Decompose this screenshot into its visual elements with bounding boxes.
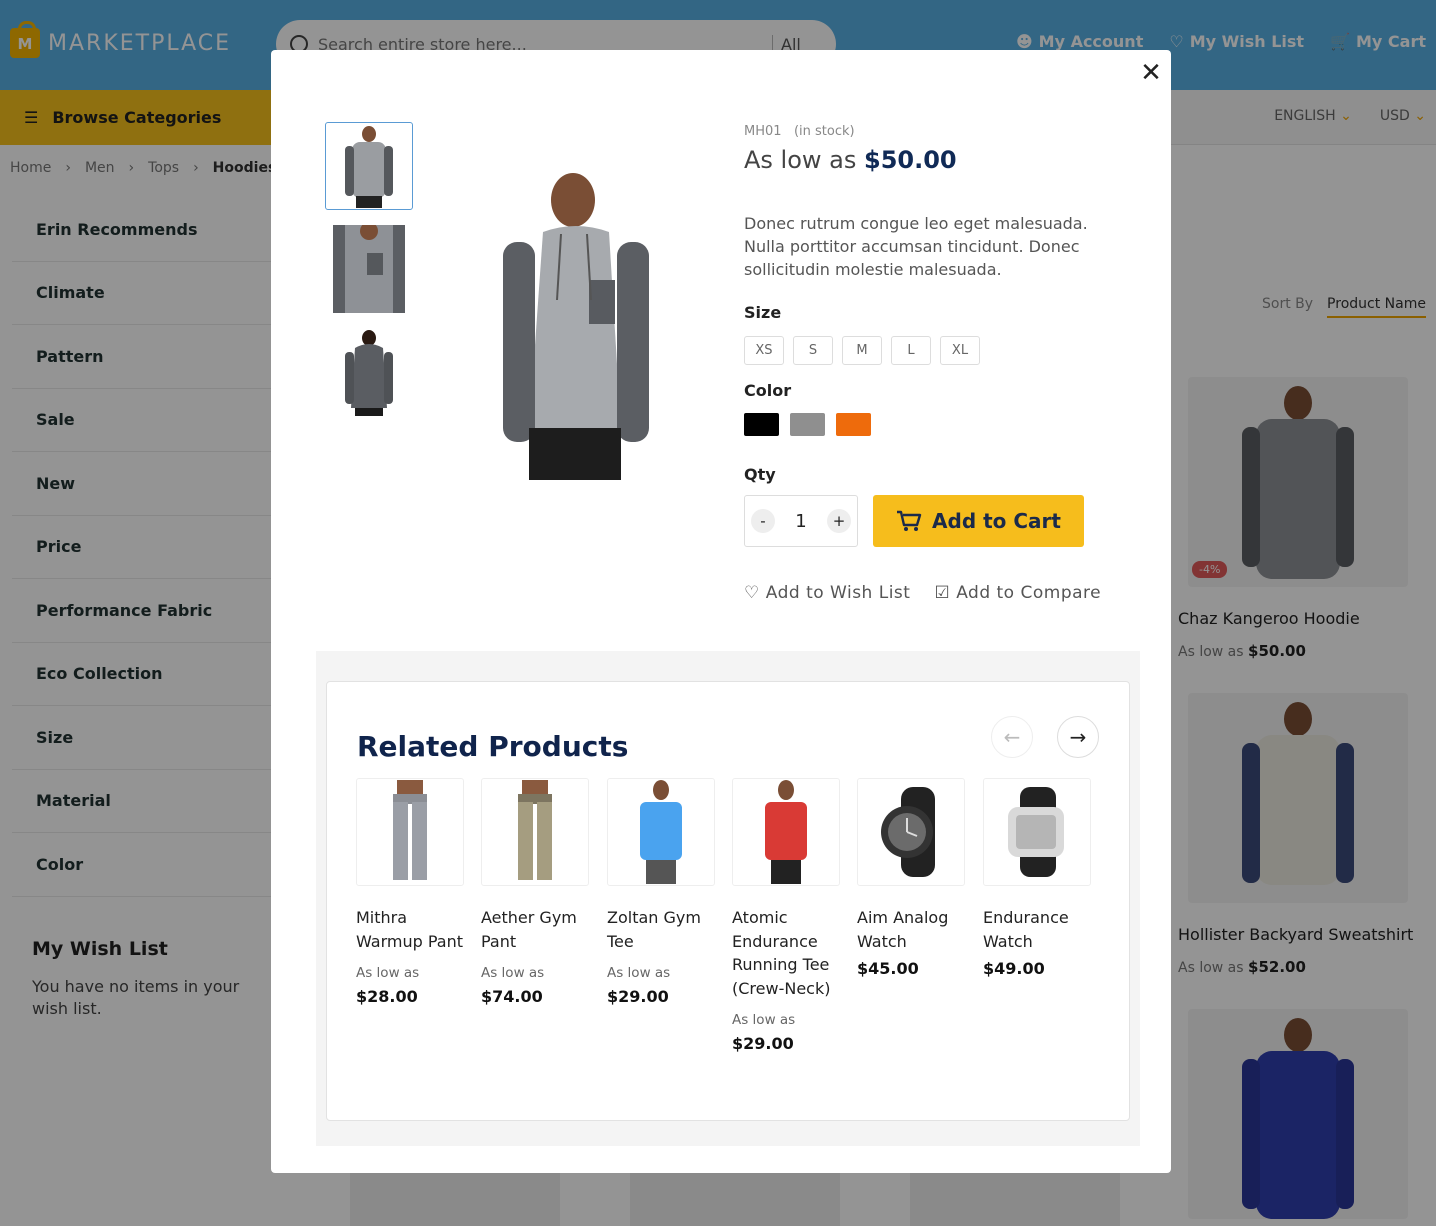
related-product-image[interactable] xyxy=(607,778,715,886)
related-product-card[interactable]: Zoltan Gym Tee As low as $29.00 xyxy=(607,778,715,1006)
related-product-image[interactable] xyxy=(983,778,1091,886)
size-option-xl[interactable]: XL xyxy=(940,336,980,365)
related-product-image[interactable] xyxy=(356,778,464,886)
related-product-card[interactable]: Aether Gym Pant As low as $74.00 xyxy=(481,778,589,1006)
related-product-name[interactable]: Atomic Endurance Running Tee (Crew-Neck) xyxy=(732,906,840,1000)
price-value: $50.00 xyxy=(864,146,957,174)
add-to-cart-label: Add to Cart xyxy=(932,509,1061,533)
add-to-compare-label: Add to Compare xyxy=(956,583,1102,603)
add-to-wishlist-link[interactable]: ♡ Add to Wish List xyxy=(744,583,910,603)
qty-input[interactable]: 1 xyxy=(795,511,806,532)
quantity-stepper: - 1 + xyxy=(744,495,858,547)
stock-status: (in stock) xyxy=(793,124,855,139)
size-option-l[interactable]: L xyxy=(891,336,931,365)
related-product-image[interactable] xyxy=(857,778,965,886)
thumbnail-back[interactable] xyxy=(325,328,413,416)
qty-increase-button[interactable]: + xyxy=(826,509,851,533)
thumbnail-detail[interactable] xyxy=(325,225,413,313)
size-option-m[interactable]: M xyxy=(842,336,882,365)
color-label: Color xyxy=(744,381,792,400)
size-options: XS S M L XL xyxy=(744,336,980,365)
related-product-image[interactable] xyxy=(732,778,840,886)
size-label: Size xyxy=(744,303,782,322)
color-swatch-gray[interactable] xyxy=(790,413,825,436)
size-option-s[interactable]: S xyxy=(793,336,833,365)
related-products-panel: Related Products ← → Mithra Warmup Pant … xyxy=(326,681,1130,1121)
main-product-image[interactable] xyxy=(481,170,671,480)
cart-icon xyxy=(897,510,922,531)
related-product-name[interactable]: Aether Gym Pant xyxy=(481,906,589,953)
related-product-price: $45.00 xyxy=(857,959,919,978)
quick-view-modal: ✕ MH01 (in stock) As low as $50.00 Donec… xyxy=(271,50,1171,1173)
add-to-cart-button[interactable]: Add to Cart xyxy=(873,495,1084,547)
color-options xyxy=(744,413,871,436)
as-low-as-label: As low as xyxy=(481,965,545,981)
color-swatch-black[interactable] xyxy=(744,413,779,436)
size-option-xs[interactable]: XS xyxy=(744,336,784,365)
sku-stock: MH01 (in stock) xyxy=(744,124,855,139)
related-product-card[interactable]: Aim Analog Watch $45.00 xyxy=(857,778,965,978)
product-description: Donec rutrum congue leo eget malesuada. … xyxy=(744,214,1088,279)
related-product-price: $29.00 xyxy=(607,987,669,1006)
sku: MH01 xyxy=(744,124,782,139)
related-product-card[interactable]: Atomic Endurance Running Tee (Crew-Neck)… xyxy=(732,778,840,1053)
carousel-prev-arrow-icon[interactable]: ← xyxy=(991,716,1033,758)
price-prefix: As low as xyxy=(744,146,857,174)
related-products-title: Related Products xyxy=(357,730,629,763)
qty-label: Qty xyxy=(744,465,776,484)
related-product-name[interactable]: Endurance Watch xyxy=(983,906,1091,953)
close-icon[interactable]: ✕ xyxy=(1139,60,1163,86)
qty-decrease-button[interactable]: - xyxy=(751,509,775,533)
as-low-as-label: As low as xyxy=(356,965,420,981)
related-products-section: Related Products ← → Mithra Warmup Pant … xyxy=(316,651,1140,1146)
as-low-as-label: As low as xyxy=(607,965,671,981)
related-product-price: $28.00 xyxy=(356,987,418,1006)
related-product-name[interactable]: Aim Analog Watch xyxy=(857,906,965,953)
thumbnail-front[interactable] xyxy=(325,122,413,210)
related-product-name[interactable]: Mithra Warmup Pant xyxy=(356,906,464,953)
color-swatch-orange[interactable] xyxy=(836,413,871,436)
heart-icon: ♡ xyxy=(744,583,760,603)
related-product-image[interactable] xyxy=(481,778,589,886)
product-price: As low as $50.00 xyxy=(744,146,957,174)
add-to-compare-link[interactable]: ☑ Add to Compare xyxy=(934,583,1101,603)
add-to-wishlist-label: Add to Wish List xyxy=(765,583,911,603)
compare-checkbox-icon: ☑ xyxy=(934,583,951,603)
as-low-as-label: As low as xyxy=(732,1012,796,1028)
related-product-price: $74.00 xyxy=(481,987,543,1006)
related-product-name[interactable]: Zoltan Gym Tee xyxy=(607,906,715,953)
related-product-card[interactable]: Mithra Warmup Pant As low as $28.00 xyxy=(356,778,464,1006)
related-product-card[interactable]: Endurance Watch $49.00 xyxy=(983,778,1091,978)
related-product-price: $49.00 xyxy=(983,959,1045,978)
carousel-next-arrow-icon[interactable]: → xyxy=(1057,716,1099,758)
related-product-price: $29.00 xyxy=(732,1034,794,1053)
